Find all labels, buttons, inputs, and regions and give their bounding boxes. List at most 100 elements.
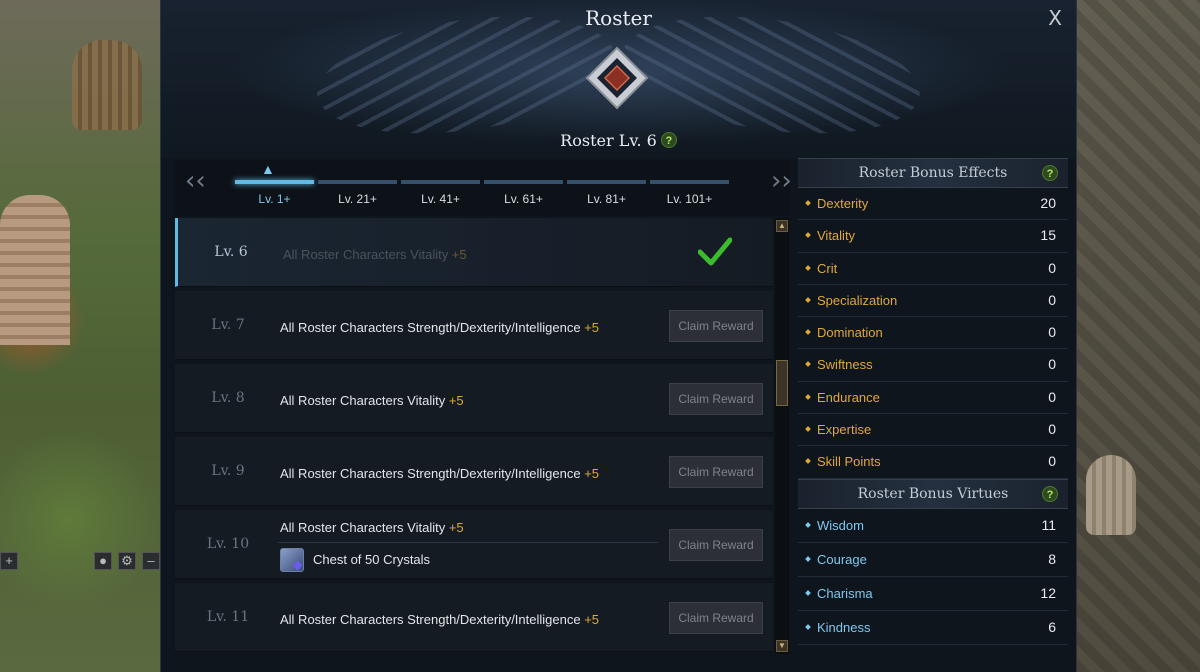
bonus-effects-header: Roster Bonus Effects ? xyxy=(798,158,1068,188)
tab-lv-61[interactable]: Lv. 61+ xyxy=(484,180,563,206)
bullet-icon xyxy=(805,329,811,336)
close-icon[interactable]: X xyxy=(1048,6,1062,30)
tab-label: Lv. 41+ xyxy=(421,192,460,206)
stat-name: Vitality xyxy=(817,228,856,244)
hud-tools: + ● ⚙ – xyxy=(0,548,160,574)
virtue-row: Courage 8 xyxy=(798,543,1068,577)
stone-post-scenery xyxy=(1086,455,1136,535)
tab-lv-21[interactable]: Lv. 21+ xyxy=(318,180,397,206)
stat-value: 0 xyxy=(1048,324,1056,341)
stat-row: Dexterity 20 xyxy=(798,188,1068,221)
bonus-panel: Roster Bonus Effects ? Dexterity 20 Vital… xyxy=(798,158,1068,658)
plus-icon[interactable]: + xyxy=(0,552,18,570)
reward-list-scrollbar[interactable]: ▲ ▼ xyxy=(775,218,789,654)
tab-lv-81[interactable]: Lv. 81+ xyxy=(567,180,646,206)
help-icon[interactable]: ? xyxy=(1042,485,1058,502)
tab-lv-41[interactable]: Lv. 41+ xyxy=(401,180,480,206)
bullet-icon xyxy=(805,521,811,528)
reward-row: Lv. 11 All Roster Characters Strength/De… xyxy=(175,583,773,652)
bullet-icon xyxy=(805,393,811,400)
bonus-effects-title: Roster Bonus Effects xyxy=(858,165,1008,181)
stone-arch-scenery xyxy=(0,195,70,345)
reward-description: All Roster Characters Strength/Dexterity… xyxy=(280,466,599,481)
reward-bonus: +5 xyxy=(584,320,600,335)
stat-name: Skill Points xyxy=(817,454,881,470)
virtue-value: 8 xyxy=(1048,550,1056,567)
stat-name: Expertise xyxy=(817,422,872,438)
claim-reward-button[interactable]: Claim Reward xyxy=(669,529,763,561)
reward-description: All Roster Characters Vitality +5 xyxy=(280,393,464,408)
lock-icon[interactable]: ● xyxy=(94,552,112,570)
current-tab-marker-icon: ▲ xyxy=(261,161,275,177)
virtue-row: Kindness 6 xyxy=(798,611,1068,645)
tab-label: Lv. 81+ xyxy=(587,192,626,206)
stat-value: 15 xyxy=(1040,227,1056,244)
reward-bonus: +5 xyxy=(451,247,467,262)
reward-level: Lv. 8 xyxy=(211,390,245,406)
bullet-icon xyxy=(805,458,811,465)
help-icon[interactable]: ? xyxy=(660,132,677,148)
reward-bonus: +5 xyxy=(448,393,464,408)
scroll-thumb[interactable] xyxy=(776,360,788,406)
tab-lv-1[interactable]: Lv. 1+ xyxy=(235,180,314,206)
reward-text: All Roster Characters Strength/Dexterity… xyxy=(280,612,581,627)
reward-row: Lv. 9 All Roster Characters Strength/Dex… xyxy=(175,437,773,506)
virtue-name: Wisdom xyxy=(817,517,864,533)
virtue-row: Wisdom 11 xyxy=(798,509,1068,543)
help-icon[interactable]: ? xyxy=(1042,165,1058,181)
stat-row: Skill Points 0 xyxy=(798,446,1068,479)
bullet-icon xyxy=(805,589,811,596)
barrel-scenery xyxy=(72,40,142,130)
bullet-icon xyxy=(805,200,811,206)
claim-reward-button[interactable]: Claim Reward xyxy=(669,456,763,488)
chest-icon[interactable] xyxy=(280,548,304,572)
scroll-down-icon[interactable]: ▼ xyxy=(776,640,788,652)
virtue-name: Kindness xyxy=(817,619,871,635)
reward-row: Lv. 7 All Roster Characters Strength/Dex… xyxy=(175,291,773,360)
stat-row: Domination 0 xyxy=(798,317,1068,350)
reward-bonus: +5 xyxy=(584,612,600,627)
reward-level: Lv. 6 xyxy=(214,244,248,260)
stat-row: Endurance 0 xyxy=(798,382,1068,415)
bullet-icon xyxy=(805,623,811,630)
reward-level: Lv. 7 xyxy=(211,317,245,333)
level-tabs: ‹‹ ›› ▲ Lv. 1+ Lv. 21+ Lv. 41+ Lv. 61+ L… xyxy=(175,160,792,216)
stat-row: Crit 0 xyxy=(798,253,1068,285)
minimize-icon[interactable]: – xyxy=(142,552,160,570)
reward-text: All Roster Characters Vitality xyxy=(280,393,446,408)
last-page-icon[interactable]: ›› xyxy=(771,168,792,194)
gear-icon[interactable]: ⚙ xyxy=(118,552,136,570)
reward-bonus: +5 xyxy=(448,520,464,535)
virtue-value: 6 xyxy=(1048,618,1056,635)
checkmark-icon xyxy=(698,237,732,266)
claim-reward-button[interactable]: Claim Reward xyxy=(669,310,763,342)
reward-row: Lv. 6 All Roster Characters Vitality +5 xyxy=(175,218,773,287)
claim-reward-button[interactable]: Claim Reward xyxy=(669,383,763,415)
reward-description: All Roster Characters Strength/Dexterity… xyxy=(280,612,599,627)
stat-row: Specialization 0 xyxy=(798,285,1068,318)
tab-lv-101[interactable]: Lv. 101+ xyxy=(650,180,729,206)
first-page-icon[interactable]: ‹‹ xyxy=(185,168,206,194)
tab-label: Lv. 101+ xyxy=(666,192,713,206)
stat-row: Vitality 15 xyxy=(798,220,1068,253)
reward-row: Lv. 8 All Roster Characters Vitality +5 … xyxy=(175,364,773,433)
reward-level: Lv. 9 xyxy=(211,463,245,479)
stat-value: 0 xyxy=(1048,259,1056,276)
stat-name: Endurance xyxy=(817,389,880,405)
virtue-name: Courage xyxy=(817,551,867,567)
scroll-up-icon[interactable]: ▲ xyxy=(776,220,788,232)
window-header: Roster X Roster Lv. 6? xyxy=(161,0,1076,158)
reward-bonus: +5 xyxy=(584,466,600,481)
roster-level-text: Roster Lv. 6 xyxy=(560,131,657,150)
stat-value: 0 xyxy=(1048,291,1056,308)
stat-value: 0 xyxy=(1048,421,1056,438)
window-title: Roster xyxy=(585,6,652,30)
reward-text: All Roster Characters Vitality xyxy=(280,520,446,535)
stat-row: Swiftness 0 xyxy=(798,349,1068,382)
reward-row: Lv. 10 All Roster Characters Vitality +5… xyxy=(175,510,773,579)
bullet-icon xyxy=(805,426,811,432)
claim-reward-button[interactable]: Claim Reward xyxy=(669,602,763,634)
stat-name: Dexterity xyxy=(817,196,869,211)
reward-level: Lv. 11 xyxy=(206,609,250,625)
roster-window: Roster X Roster Lv. 6? ‹‹ ›› ▲ Lv. 1+ Lv… xyxy=(160,0,1077,672)
